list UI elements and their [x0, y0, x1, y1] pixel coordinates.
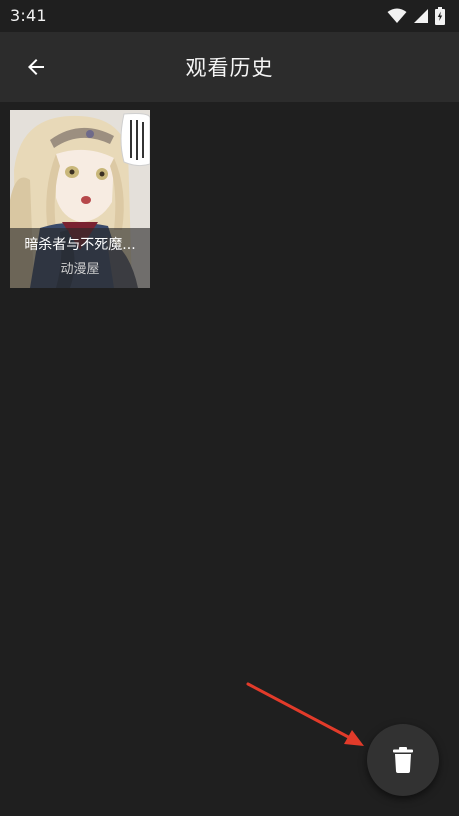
- history-item-source: 动漫屋: [60, 262, 100, 277]
- history-item-title: 暗杀者与不死魔...: [24, 237, 136, 253]
- status-bar: 3:41: [0, 0, 459, 32]
- status-icons: [387, 7, 445, 25]
- history-list: 暗杀者与不死魔... 动漫屋: [0, 102, 459, 816]
- history-item-caption: 暗杀者与不死魔... 动漫屋: [10, 228, 150, 288]
- wifi-icon: [387, 8, 407, 23]
- status-time: 3:41: [10, 6, 47, 25]
- app-bar: 观看历史: [0, 32, 459, 102]
- trash-icon: [393, 747, 413, 773]
- battery-icon: [435, 7, 445, 25]
- page-title: 观看历史: [185, 56, 274, 80]
- history-item[interactable]: 暗杀者与不死魔... 动漫屋: [10, 110, 150, 288]
- signal-icon: [414, 9, 428, 23]
- clear-history-button[interactable]: [367, 724, 439, 796]
